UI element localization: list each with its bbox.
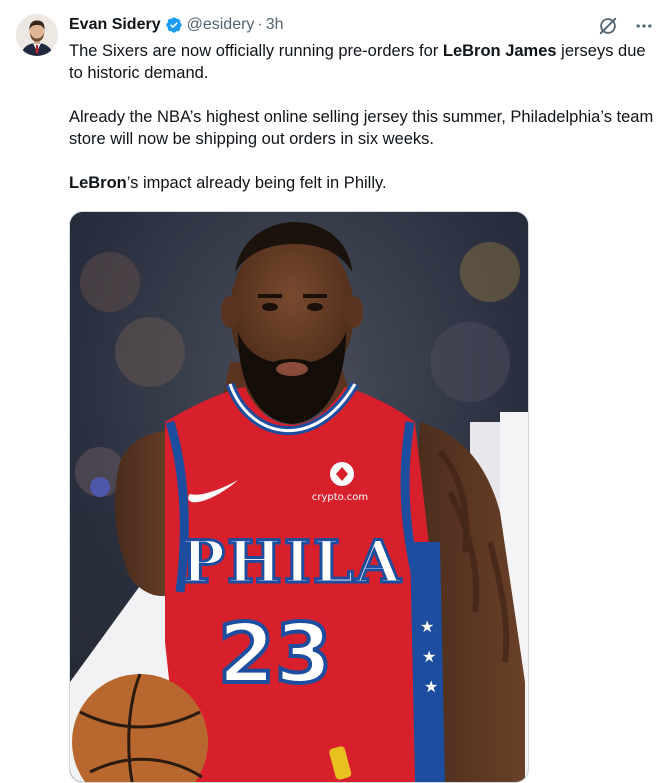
- grok-icon[interactable]: [596, 14, 620, 38]
- avatar[interactable]: [16, 14, 58, 56]
- text-segment: ’s impact already being felt in Philly.: [126, 174, 387, 192]
- hashtag-link-lebron[interactable]: LeBron: [69, 174, 127, 192]
- verified-badge-icon: [165, 16, 183, 34]
- tweet-header: Evan Sidery @esidery · 3h: [69, 14, 652, 36]
- jersey-text: PHILA: [181, 528, 402, 596]
- timestamp[interactable]: 3h: [266, 14, 284, 36]
- tweet-paragraph-3: LeBron’s impact already being felt in Ph…: [69, 172, 654, 194]
- text-segment: The Sixers are now officially running pr…: [69, 42, 443, 60]
- tweet-paragraph-2: Already the NBA’s highest online selling…: [69, 108, 654, 148]
- tweet-actions: [596, 14, 656, 38]
- more-icon[interactable]: [632, 14, 656, 38]
- tweet[interactable]: Evan Sidery @esidery · 3h The Sixers are…: [0, 0, 672, 783]
- jersey-number: 23: [218, 607, 332, 702]
- svg-text:★: ★: [422, 647, 436, 666]
- author-handle[interactable]: @esidery: [187, 14, 255, 36]
- separator-dot: ·: [257, 16, 263, 33]
- svg-text:★: ★: [420, 617, 434, 636]
- tweet-text: The Sixers are now officially running pr…: [69, 40, 654, 194]
- hashtag-link-lebron-james[interactable]: LeBron James: [443, 42, 557, 60]
- svg-text:★: ★: [424, 677, 438, 696]
- author-name[interactable]: Evan Sidery: [69, 14, 161, 36]
- sponsor-text: crypto.com: [312, 492, 368, 503]
- tweet-paragraph-1: The Sixers are now officially running pr…: [69, 40, 654, 84]
- tweet-image[interactable]: ★ ★ ★ crypto.com PHILA 23: [69, 211, 529, 783]
